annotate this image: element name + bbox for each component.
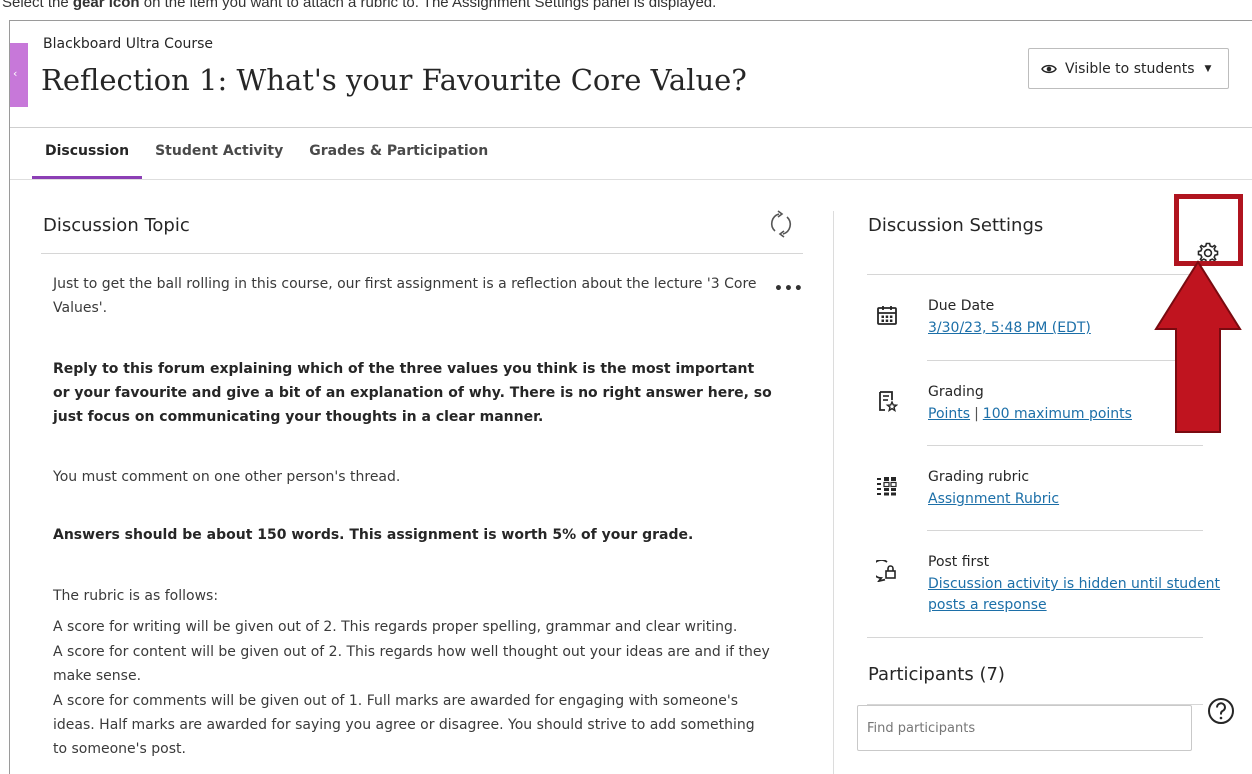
settings-divider: [867, 637, 1203, 638]
grading-value: Points | 100 maximum points: [928, 404, 1132, 425]
refresh-icon[interactable]: [766, 209, 796, 239]
grading-icon: [879, 391, 898, 412]
grading-rubric-label: Grading rubric: [928, 469, 1030, 485]
chevron-left-icon: ‹: [13, 67, 18, 80]
tab-student-activity[interactable]: Student Activity: [142, 143, 296, 179]
topic-paragraph-1: Just to get the ball rolling in this cou…: [53, 276, 757, 316]
help-icon[interactable]: [1206, 696, 1236, 726]
red-arrow-up-icon: [1154, 260, 1242, 433]
page-title: Reflection 1: What's your Favourite Core…: [41, 63, 747, 97]
tab-grades-participation[interactable]: Grades & Participation: [296, 143, 501, 179]
instruction-text: Select the gear icon on the item you wan…: [2, 0, 716, 11]
settings-divider: [927, 445, 1203, 446]
column-separator: [833, 211, 834, 774]
tab-bar: Discussion Student Activity Grades & Par…: [32, 143, 501, 179]
topic-paragraph-6: A score for writing will be given out of…: [53, 619, 738, 635]
more-options-icon[interactable]: •••: [774, 281, 804, 297]
participants-heading: Participants (7): [868, 664, 1005, 685]
collapse-panel-tab[interactable]: ‹: [10, 43, 28, 107]
caret-down-icon: ▼: [1204, 63, 1212, 74]
topic-paragraph-3: You must comment on one other person's t…: [53, 469, 401, 485]
discussion-settings-heading: Discussion Settings: [868, 215, 1044, 236]
settings-divider: [927, 530, 1203, 531]
instruction-bold: gear icon: [72, 0, 140, 11]
post-first-link[interactable]: Discussion activity is hidden until stud…: [928, 574, 1228, 616]
discussion-topic-heading: Discussion Topic: [43, 215, 190, 236]
tab-discussion[interactable]: Discussion: [32, 143, 143, 179]
due-date-link[interactable]: 3/30/23, 5:48 PM (EDT): [928, 318, 1091, 339]
tabs-divider: [10, 179, 1252, 180]
gear-highlight-box: [1174, 194, 1243, 266]
grading-label: Grading: [928, 384, 984, 400]
post-first-lock-icon: [876, 560, 896, 582]
due-date-label: Due Date: [928, 298, 995, 314]
topic-paragraph-4: Answers should be about 150 words. This …: [53, 527, 694, 543]
visibility-label: Visible to students: [1065, 60, 1195, 77]
topic-paragraph-8: A score for comments will be given out o…: [53, 693, 755, 757]
visibility-dropdown[interactable]: Visible to students ▼: [1028, 48, 1229, 89]
assignment-rubric-link[interactable]: Assignment Rubric: [928, 489, 1059, 510]
post-first-label: Post first: [928, 554, 990, 570]
rubric-grid-icon: [877, 477, 897, 496]
course-item-page: ‹ Blackboard Ultra Course Reflection 1: …: [9, 20, 1252, 774]
topic-divider: [41, 253, 803, 254]
course-name: Blackboard Ultra Course: [43, 36, 214, 52]
topic-paragraph-5: The rubric is as follows:: [53, 588, 219, 604]
header-divider: [10, 127, 1252, 128]
topic-paragraph-2: Reply to this forum explaining which of …: [53, 361, 772, 425]
eye-icon: [1041, 64, 1057, 73]
grading-separator: |: [974, 406, 979, 422]
grading-points-link[interactable]: Points: [928, 406, 970, 422]
find-participants-input[interactable]: [857, 705, 1192, 751]
topic-paragraph-7: A score for content will be given out of…: [53, 644, 770, 684]
calendar-icon: [877, 306, 897, 325]
grading-max-points-link[interactable]: 100 maximum points: [983, 406, 1132, 422]
